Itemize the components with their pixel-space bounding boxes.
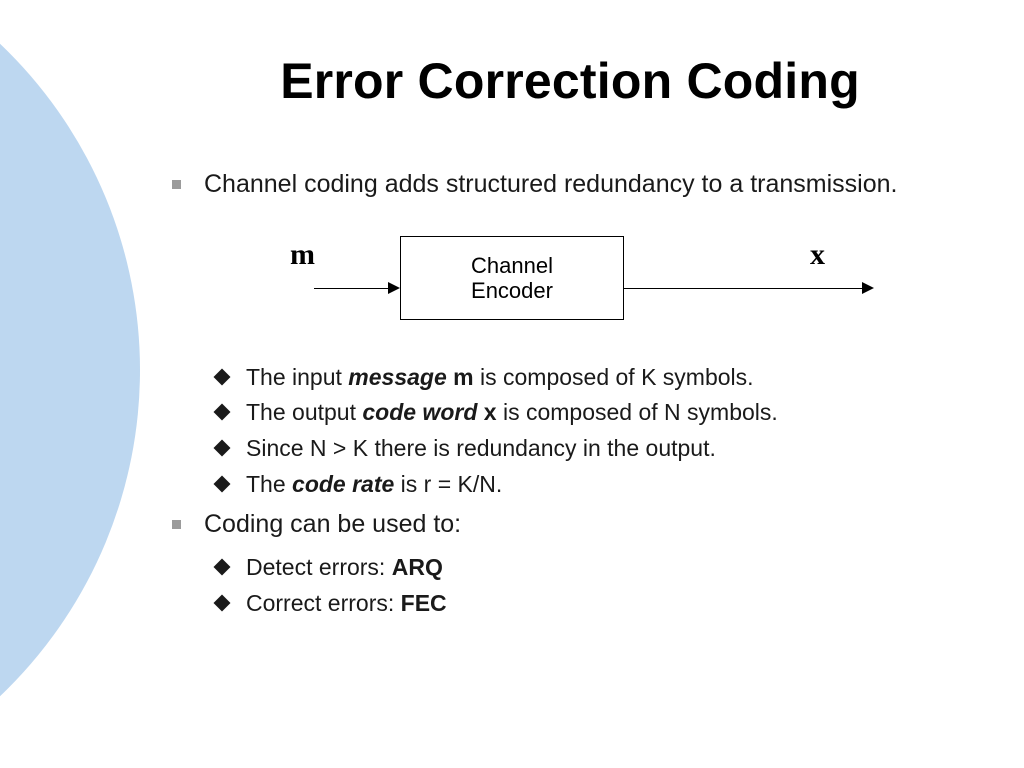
sub-bullet-item: The input message m is composed of K sym… bbox=[216, 360, 980, 396]
text: The output bbox=[246, 399, 362, 425]
arrow-icon bbox=[624, 288, 868, 289]
text: The input bbox=[246, 364, 348, 390]
bullet-item: Channel coding adds structured redundanc… bbox=[168, 168, 980, 202]
sub-bullet-list: The input message m is composed of K sym… bbox=[216, 360, 980, 503]
encoder-box-line1: Channel bbox=[471, 253, 553, 278]
text: is composed of N symbols. bbox=[497, 399, 778, 425]
symbol: m bbox=[453, 364, 473, 390]
bullet-list: Coding can be used to: bbox=[168, 508, 980, 542]
emphasis: code word bbox=[362, 399, 477, 425]
sub-bullet-item: Since N > K there is redundancy in the o… bbox=[216, 431, 980, 467]
arrow-icon bbox=[314, 288, 394, 289]
slide-title: Error Correction Coding bbox=[160, 52, 980, 110]
diagram-output-label: x bbox=[810, 238, 825, 272]
encoder-diagram: m Channel Encoder x bbox=[160, 220, 980, 340]
term: ARQ bbox=[392, 554, 443, 580]
emphasis: message bbox=[348, 364, 446, 390]
encoder-box: Channel Encoder bbox=[400, 236, 624, 320]
symbol: x bbox=[484, 399, 497, 425]
slide: Error Correction Coding Channel coding a… bbox=[0, 0, 1024, 768]
sub-bullet-item: Detect errors: ARQ bbox=[216, 550, 980, 586]
bullet-item: Coding can be used to: bbox=[168, 508, 980, 542]
text: The bbox=[246, 471, 292, 497]
arrowhead-icon bbox=[862, 282, 874, 294]
encoder-box-line2: Encoder bbox=[471, 278, 553, 303]
sub-bullet-item: The code rate is r = K/N. bbox=[216, 467, 980, 503]
slide-content: Error Correction Coding Channel coding a… bbox=[160, 52, 980, 621]
sub-bullet-item: Correct errors: FEC bbox=[216, 586, 980, 622]
sub-bullet-item: The output code word x is composed of N … bbox=[216, 395, 980, 431]
text: Detect errors: bbox=[246, 554, 392, 580]
bullet-list: Channel coding adds structured redundanc… bbox=[168, 168, 980, 202]
term: FEC bbox=[401, 590, 447, 616]
text: Correct errors: bbox=[246, 590, 401, 616]
text: is composed of K symbols. bbox=[474, 364, 754, 390]
emphasis: code rate bbox=[292, 471, 394, 497]
arrowhead-icon bbox=[388, 282, 400, 294]
diagram-input-label: m bbox=[290, 238, 315, 272]
sub-bullet-list: Detect errors: ARQ Correct errors: FEC bbox=[216, 550, 980, 621]
decorative-arc bbox=[0, 0, 140, 768]
text: is r = K/N. bbox=[394, 471, 502, 497]
